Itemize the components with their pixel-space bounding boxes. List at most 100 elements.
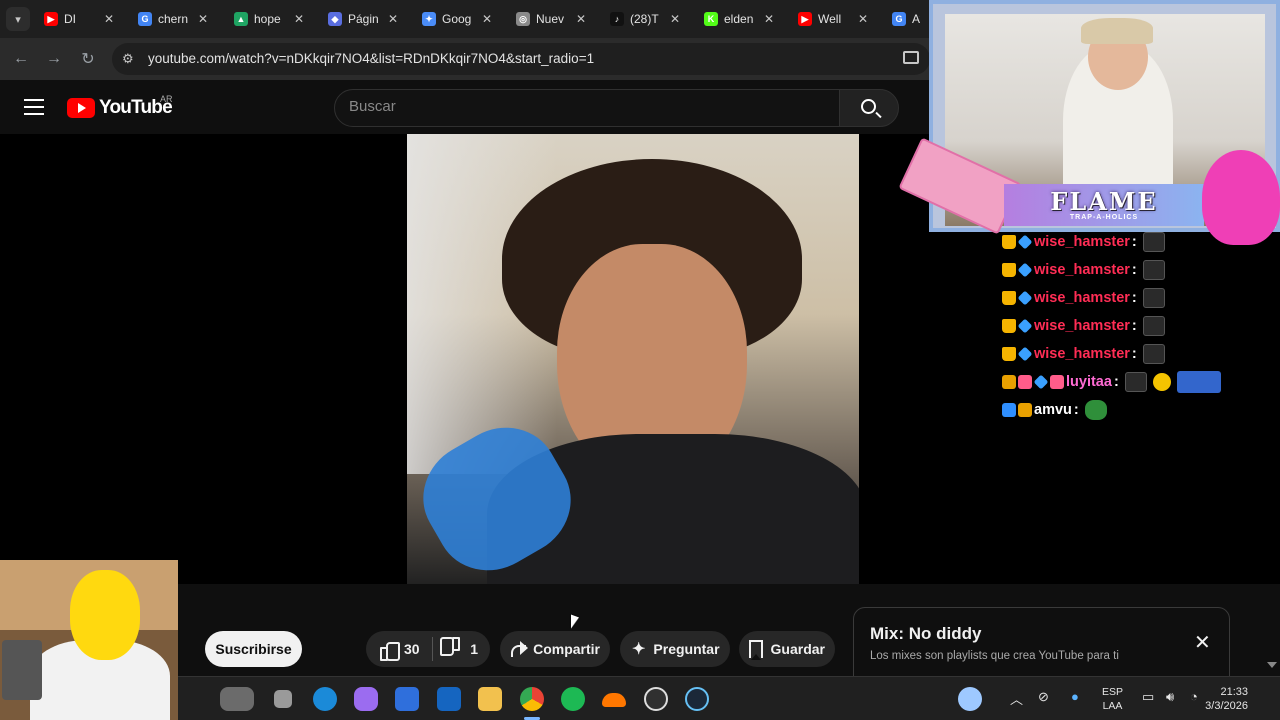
chat-emote-mute-icon	[1142, 344, 1165, 364]
chat-colon: :	[1113, 374, 1119, 390]
chat-colon: :	[1073, 402, 1079, 418]
network-off-icon[interactable]: ⊘	[1038, 689, 1049, 705]
browser-tab[interactable]: ▲ hope ✕	[226, 6, 318, 32]
chat-badge-gem-icon	[1017, 262, 1033, 278]
widgets-icon[interactable]	[220, 687, 254, 711]
tab-title: Ay	[912, 12, 920, 26]
steam-icon[interactable]	[685, 687, 709, 711]
bookmark-icon	[749, 640, 763, 660]
forward-arrow-icon[interactable]: →	[42, 47, 66, 71]
search-input[interactable]	[349, 98, 819, 115]
browser-tab[interactable]: Kelden ✕	[696, 6, 788, 32]
file-explorer-icon[interactable]	[478, 687, 502, 711]
address-bar[interactable]: ⚙ youtube.com/watch?v=nDKkqir7NO4&list=R…	[112, 43, 930, 75]
tab-title: Págin	[348, 12, 378, 26]
menu-hamburger-icon[interactable]	[24, 99, 44, 115]
tab-close-icon[interactable]: ✕	[482, 12, 492, 26]
chat-badge-crown-icon	[1002, 347, 1016, 361]
language-indicator[interactable]: ESP LAA	[1102, 685, 1123, 713]
chat-badge-gem-icon	[1033, 374, 1049, 390]
tab-close-icon[interactable]: ✕	[104, 12, 114, 26]
chat-badge-gem-icon	[1017, 234, 1033, 250]
reload-icon[interactable]: ↻	[76, 47, 100, 71]
tab-close-icon[interactable]: ✕	[764, 12, 774, 26]
search-icon	[861, 99, 876, 114]
chat-message: wise_hamster:	[1002, 340, 1242, 368]
notification-icon[interactable]: ◔	[1190, 689, 1198, 704]
chat-message: wise_hamster:	[1002, 312, 1242, 340]
tab-close-icon[interactable]: ✕	[858, 12, 868, 26]
volume-icon[interactable]: 🔊︎	[1166, 689, 1174, 705]
chat-badge-gem-icon	[1017, 318, 1033, 334]
save-label: Guardar	[770, 641, 825, 657]
task-view-icon[interactable]	[274, 690, 292, 708]
browser-tab[interactable]: ♪ (28)T ✕	[602, 6, 694, 32]
chat-colon: :	[1131, 262, 1137, 278]
scroll-down-icon[interactable]	[1267, 662, 1277, 668]
video-frame[interactable]	[407, 134, 859, 584]
chat-message: wise_hamster:	[1002, 228, 1242, 256]
chat-colon: :	[1131, 290, 1137, 306]
mix-playlist-panel[interactable]: Mix: No diddy Los mixes son playlists qu…	[853, 607, 1230, 677]
tab-title: elden	[724, 12, 754, 26]
browser-tab[interactable]: Gchern ✕	[130, 6, 222, 32]
tab-close-icon[interactable]: ✕	[294, 12, 304, 26]
obs-icon[interactable]	[644, 687, 668, 711]
chat-colon: :	[1131, 234, 1137, 250]
like-button[interactable]: 30	[366, 631, 432, 667]
browser-tab[interactable]: ▶ DI ✕	[36, 6, 128, 32]
clock-date: 3/3/2026	[1205, 700, 1248, 712]
chat-badge-gem-icon	[1017, 290, 1033, 306]
youtube-logo[interactable]: YouTube	[67, 97, 173, 119]
chat-emote-mute-icon	[1142, 260, 1165, 280]
sparkle-icon: ✦	[632, 641, 646, 658]
tab-favicon-icon: ♪	[610, 12, 624, 26]
chat-emote-frog-icon	[1084, 400, 1107, 420]
banner-subtitle: TRAP-A-HOLICS	[1069, 213, 1139, 221]
browser-tab[interactable]: ✦ Goog ✕	[414, 6, 506, 32]
ask-button[interactable]: ✦ Preguntar	[620, 631, 730, 667]
back-arrow-icon[interactable]: ←	[9, 47, 33, 71]
browser-tab[interactable]: ◎ Nuev ✕	[508, 6, 600, 32]
chat-badge-misc-icon	[1018, 375, 1032, 389]
chat-badge-pin-icon	[1002, 403, 1016, 417]
share-label: Compartir	[533, 641, 600, 657]
subscribe-button[interactable]: Suscribirse	[205, 631, 302, 667]
tab-search-chevron-icon[interactable]: ▾	[6, 7, 30, 31]
copilot-icon[interactable]	[354, 687, 378, 711]
save-button[interactable]: Guardar	[739, 631, 835, 667]
like-count: 30	[404, 641, 420, 657]
cast-icon[interactable]	[903, 51, 919, 64]
display-icon[interactable]: ▭	[1142, 689, 1154, 705]
chat-username: luyitaa	[1066, 374, 1112, 390]
tab-close-icon[interactable]: ✕	[388, 12, 398, 26]
edge-icon[interactable]	[313, 687, 337, 711]
soundcloud-icon[interactable]	[602, 693, 626, 707]
dislike-button[interactable]: 1	[432, 631, 490, 667]
chrome-icon[interactable]	[520, 687, 544, 711]
windows-taskbar: ︿ ⊘ ● ESP LAA ▭ 🔊︎ ◔ 21:33 3/3/2026	[178, 676, 1280, 720]
close-icon[interactable]: ✕	[1194, 630, 1211, 655]
share-button[interactable]: Compartir	[500, 631, 610, 667]
chat-badge-crown-icon	[1002, 263, 1016, 277]
tab-close-icon[interactable]: ✕	[670, 12, 680, 26]
chat-colon: :	[1131, 318, 1137, 334]
chat-badge-tile-icon	[1018, 403, 1032, 417]
tab-close-icon[interactable]: ✕	[576, 12, 586, 26]
browser-tab[interactable]: ▶ Well ✕	[790, 6, 882, 32]
mouse-cursor-icon	[571, 614, 579, 632]
search-button[interactable]	[839, 89, 899, 127]
tab-favicon-icon: ▶	[798, 12, 812, 26]
spotify-icon[interactable]	[561, 687, 585, 711]
system-clock[interactable]: 21:33 3/3/2026	[1198, 685, 1248, 713]
tray-chevron-icon[interactable]: ︿	[1010, 689, 1023, 708]
site-info-icon[interactable]: ⚙	[122, 51, 134, 67]
browser-tab[interactable]: ◆ Págin ✕	[320, 6, 412, 32]
microphone-icon[interactable]: ●	[1071, 689, 1079, 704]
weather-icon[interactable]	[958, 687, 982, 711]
chat-emote-pic-icon	[1176, 371, 1221, 393]
tab-close-icon[interactable]: ✕	[198, 12, 208, 26]
browser-tab[interactable]: G Ay	[884, 6, 928, 32]
outlook-icon[interactable]	[437, 687, 461, 711]
store-icon[interactable]	[395, 687, 419, 711]
